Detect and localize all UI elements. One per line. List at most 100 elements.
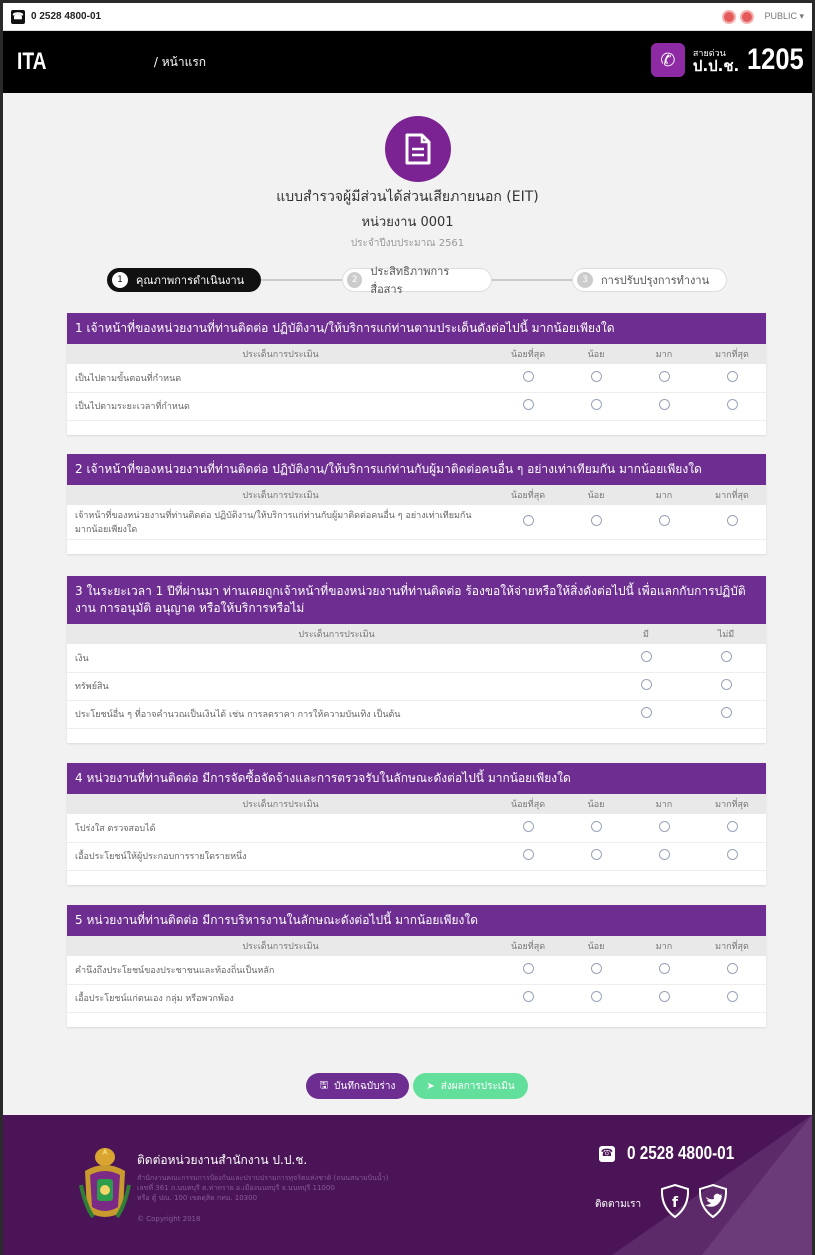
address-line: เลขที่ 361 ถ.นนทบุรี ต.ท่าทราย อ.เมืองนน… [137,1184,335,1192]
step-connector [257,279,347,281]
radio-option[interactable] [590,849,602,860]
question-title: 1 เจ้าหน้าที่ของหน่วยงานที่ท่านติดต่อ ปฏ… [67,313,766,344]
table-row: ประโยชน์อื่น ๆ ที่อาจคำนวณเป็นเงินได้ เช… [67,700,766,729]
row-label: เอื้อประโยชน์แก่ตนเอง กลุ่ม หรือพวกพ้อง [67,984,494,1013]
row-label: ประโยชน์อื่น ๆ ที่อาจคำนวณเป็นเงินได้ เช… [67,700,606,729]
table-row: เป็นไปตามขั้นตอนที่กำหนด [67,364,766,393]
question-title: 5 หน่วยงานที่ท่านติดต่อ มีการบริหารงานใน… [67,905,766,936]
fiscal-year: ประจำปีงบประมาณ 2561 [350,238,465,249]
question-title: 3 ในระยะเวลา 1 ปีที่ผ่านมา ท่านเคยถูกเจ้… [67,576,766,624]
question-card-5: 5 หน่วยงานที่ท่านติดต่อ มีการบริหารงานใน… [67,905,766,1027]
row-label: โปร่งใส ตรวจสอบได้ [67,814,494,843]
radio-option[interactable] [720,707,732,718]
radio-option[interactable] [658,399,670,410]
save-draft-button[interactable]: 🖫 บันทึกฉบับร่าง [306,1073,409,1099]
notification-icon[interactable] [722,9,737,24]
facebook-icon[interactable]: f [659,1183,691,1219]
breadcrumb[interactable]: / หน้าแรก [154,53,206,72]
question-title: 2 เจ้าหน้าที่ของหน่วยงานที่ท่านติดต่อ ปฏ… [67,454,766,485]
follow-label: ติดตามเรา [595,1199,642,1210]
radio-option[interactable] [590,991,602,1002]
unit-name: หน่วยงาน 0001 [361,215,454,230]
column-header: มากที่สุด [698,485,766,505]
radio-option[interactable] [522,514,534,526]
table-row: คำนึงถึงประโยชน์ของประชาชนและท้องถิ่นเป็… [67,956,766,985]
footer: ติดต่อหน่วยงานสำนักงาน ป.ป.ช. สำนักงานคณ… [3,1115,812,1255]
radio-option[interactable] [590,962,602,974]
radio-option[interactable] [726,962,738,974]
radio-option[interactable] [720,650,732,662]
step-3[interactable]: 3 การปรับปรุงการทำงาน [572,268,727,292]
column-header: น้อยที่สุด [494,936,562,956]
step-1[interactable]: 1 คุณภาพการดำเนินงาน [107,268,261,292]
radio-option[interactable] [658,370,670,382]
twitter-icon[interactable] [697,1183,729,1219]
svg-text:f: f [672,1195,679,1211]
radio-option[interactable] [590,820,602,832]
radio-option[interactable] [726,991,738,1002]
radio-option[interactable] [590,514,602,526]
table-row: เอื้อประโยชน์ให้ผู้ประกอบการรายใดรายหนึ่… [67,842,766,871]
radio-option[interactable] [726,399,738,410]
top-right-controls: PUBLIC ▾ [722,9,804,24]
radio-option[interactable] [590,399,602,410]
radio-option[interactable] [658,962,670,974]
radio-option[interactable] [640,679,652,690]
column-header: มากที่สุด [698,794,766,814]
question-table: ประเด็นการประเมิน น้อยที่สุด น้อย มาก มา… [67,344,766,421]
radio-option[interactable] [522,962,534,974]
submit-button[interactable]: ➤ ส่งผลการประเมิน [413,1073,528,1099]
radio-option[interactable] [658,991,670,1002]
step-connector [487,279,579,281]
radio-option[interactable] [522,991,534,1002]
radio-option[interactable] [720,679,732,690]
footer-phone-number: 0 2528 4800-01 [627,1143,735,1163]
radio-option[interactable] [726,849,738,860]
step-number: 1 [112,272,128,288]
question-table: ประเด็นการประเมิน น้อยที่สุด น้อย มาก มา… [67,485,766,540]
progress-stepper: 1 คุณภาพการดำเนินงาน 2 ประสิทธิภาพการสื่… [107,265,727,296]
table-row: เอื้อประโยชน์แก่ตนเอง กลุ่ม หรือพวกพ้อง [67,984,766,1013]
radio-option[interactable] [658,849,670,860]
save-icon: 🖫 [319,1079,329,1091]
question-card-4: 4 หน่วยงานที่ท่านติดต่อ มีการจัดซื้อจัดจ… [67,763,766,885]
radio-option[interactable] [726,820,738,832]
brand-logo[interactable]: ITA [17,48,47,76]
top-phone-number: 0 2528 4800-01 [31,11,102,22]
radio-option[interactable] [658,514,670,526]
column-header: มาก [630,344,698,364]
account-dropdown[interactable]: PUBLIC ▾ [764,11,804,22]
radio-option[interactable] [590,370,602,382]
row-label: เป็นไปตามขั้นตอนที่กำหนด [67,364,494,393]
radio-option[interactable] [640,650,652,662]
step-2[interactable]: 2 ประสิทธิภาพการสื่อสาร [342,265,492,296]
message-icon[interactable] [740,9,755,24]
radio-option[interactable] [640,707,652,718]
phone-icon: ☎ [599,1145,615,1162]
column-header: มี [606,624,686,644]
question-card-2: 2 เจ้าหน้าที่ของหน่วยงานที่ท่านติดต่อ ปฏ… [67,454,766,554]
radio-option[interactable] [522,820,534,832]
radio-option[interactable] [522,399,534,410]
table-row: เป็นไปตามระยะเวลาที่กำหนด [67,392,766,421]
page-title: แบบสำรวจผู้มีส่วนได้ส่วนเสียภายนอก (EIT) [276,189,539,205]
row-label: เอื้อประโยชน์ให้ผู้ประกอบการรายใดรายหนึ่… [67,842,494,871]
column-header: มาก [630,794,698,814]
main-navbar: ITA / หน้าแรก ✆ สายด่วน ป.ป.ช. 1205 [3,31,812,93]
table-row: ทรัพย์สิน [67,672,766,701]
row-label: เป็นไปตามระยะเวลาที่กำหนด [67,392,494,421]
radio-option[interactable] [522,849,534,860]
radio-option[interactable] [658,820,670,832]
top-utility-bar: ☎ 0 2528 4800-01 PUBLIC ▾ [3,3,812,31]
radio-option[interactable] [726,514,738,526]
step-label: คุณภาพการดำเนินงาน [136,274,245,287]
question-table: ประเด็นการประเมิน น้อยที่สุด น้อย มาก มา… [67,936,766,1013]
radio-option[interactable] [726,370,738,382]
document-icon [385,116,451,182]
radio-option[interactable] [522,370,534,382]
hotline-number: 1205 [747,43,804,76]
hotline: ✆ สายด่วน ป.ป.ช. 1205 [650,43,806,77]
phone-icon: ☎ [11,9,25,24]
column-header: น้อย [562,485,630,505]
copyright: © Copyright 2018 [137,1215,201,1223]
